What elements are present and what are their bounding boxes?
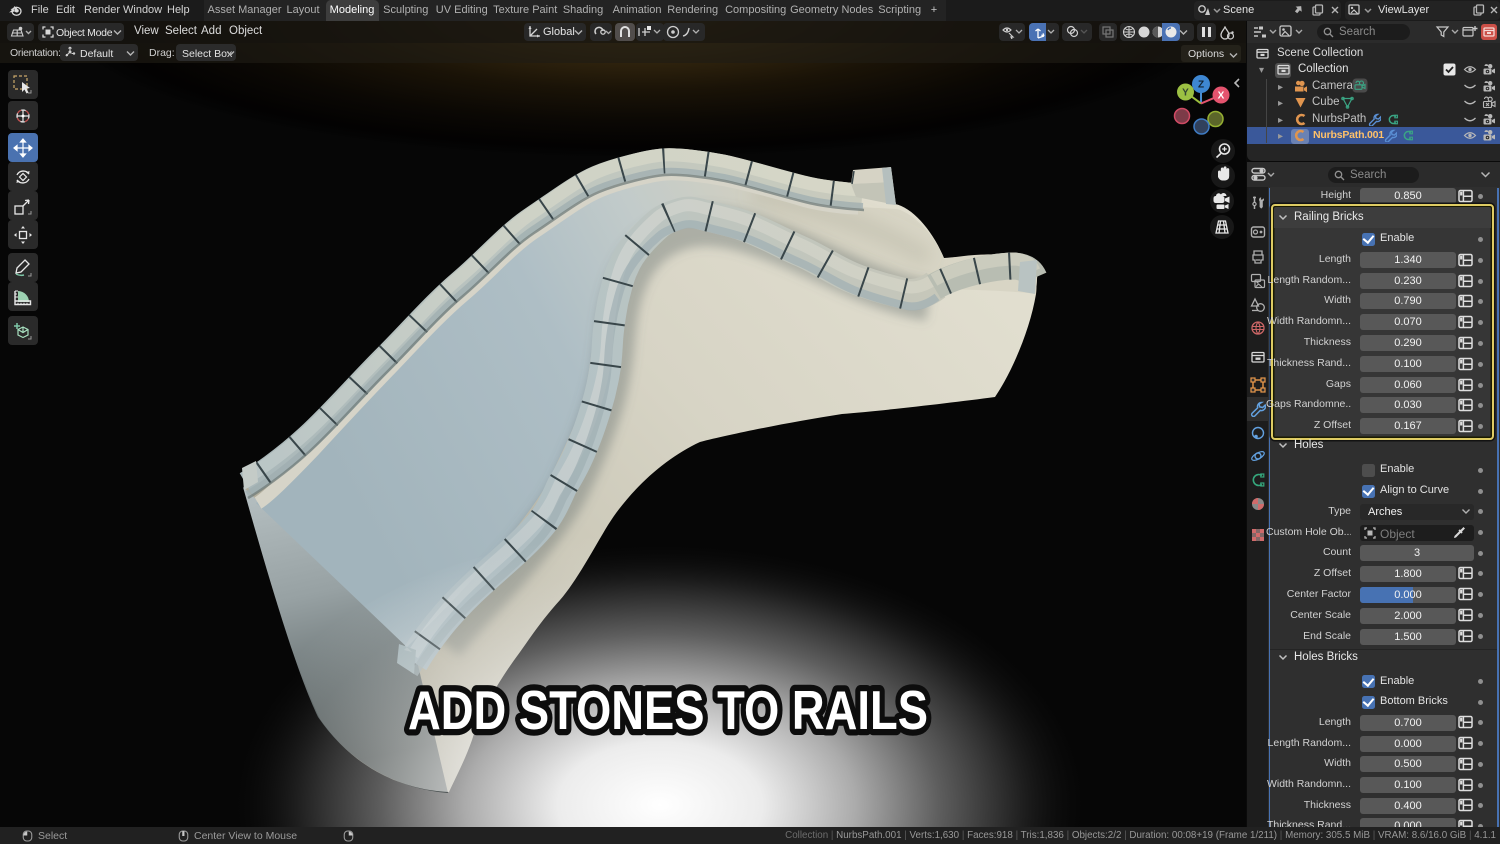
svg-text:ADD STONES TO RAILS: ADD STONES TO RAILS	[408, 679, 928, 741]
svg-text:X: X	[1218, 91, 1225, 102]
svg-text:Z: Z	[1198, 80, 1204, 91]
svg-text:Y: Y	[1182, 88, 1189, 99]
